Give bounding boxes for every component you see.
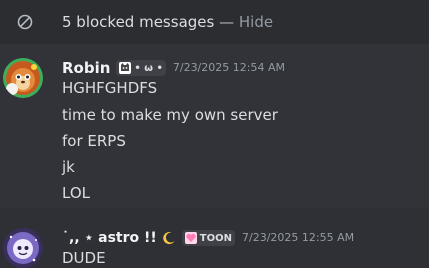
timestamp[interactable]: 7/23/2025 12:54 AM <box>173 58 285 78</box>
clan-tag-label: TOON <box>199 232 232 244</box>
message-line: HGHFGHDFS <box>62 79 158 97</box>
message-header: ˙,, ⋆ astro !! TOON 7/23/2025 12:55 AM <box>62 228 354 248</box>
message-line: for ERPS <box>62 132 126 150</box>
clan-tag[interactable]: • ω • <box>116 60 166 76</box>
clan-tag-label: • ω • <box>134 62 163 74</box>
astro-avatar-image <box>3 228 43 268</box>
message-line: jk <box>62 158 75 176</box>
clan-tag[interactable]: TOON <box>181 230 235 246</box>
username[interactable]: Robin <box>62 58 110 78</box>
blocked-messages-text: 5 blocked messages — Hide <box>62 13 273 31</box>
message-line: time to make my own server <box>62 106 278 124</box>
hide-blocked-button[interactable]: Hide <box>239 13 273 31</box>
robin-avatar-image <box>3 58 43 98</box>
message-group: Robin • ω • 7/23/2025 12:54 AM HGHFGHDFS… <box>0 44 429 208</box>
separator: — <box>219 13 235 31</box>
crescent-moon-icon <box>163 232 175 245</box>
timestamp[interactable]: 7/23/2025 12:55 AM <box>242 228 354 248</box>
avatar[interactable] <box>3 228 43 268</box>
heart-icon <box>184 232 197 244</box>
message-line: DUDE <box>62 249 106 267</box>
blocked-icon <box>17 14 33 30</box>
blocked-count-label: 5 blocked messages <box>62 13 215 31</box>
blocked-messages-bar: 5 blocked messages — Hide <box>0 0 429 44</box>
username[interactable]: ˙,, ⋆ astro !! <box>62 228 157 248</box>
message-line: LOL <box>62 184 90 202</box>
message-header: Robin • ω • 7/23/2025 12:54 AM <box>62 58 285 78</box>
avatar[interactable] <box>3 58 43 98</box>
message-group: ˙,, ⋆ astro !! TOON 7/23/2025 12:55 AM D… <box>0 208 429 268</box>
cat-face-icon <box>119 62 132 74</box>
